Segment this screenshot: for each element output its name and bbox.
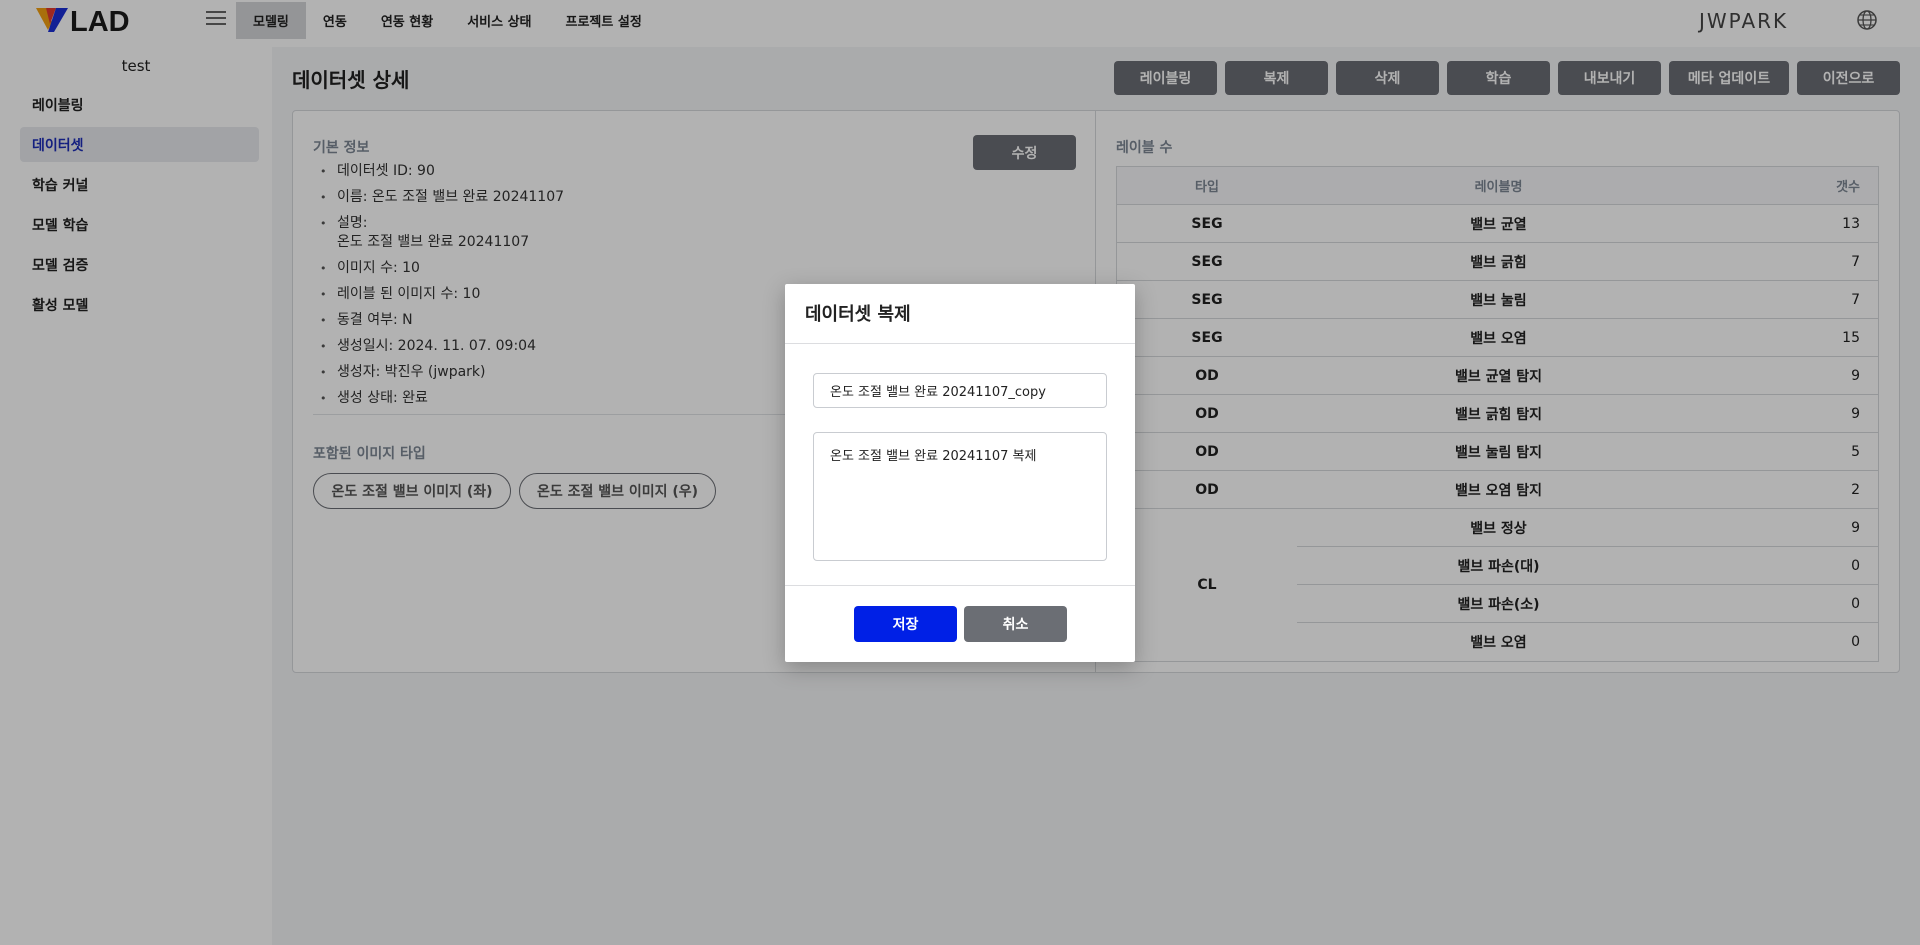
dataset-name-input[interactable]: [813, 373, 1107, 408]
modal-divider-top: [785, 343, 1135, 344]
save-button[interactable]: 저장: [854, 606, 957, 642]
modal-divider-bottom: [785, 585, 1135, 586]
modal-title: 데이터셋 복제: [805, 304, 911, 325]
cancel-button[interactable]: 취소: [964, 606, 1067, 642]
duplicate-dataset-modal: 데이터셋 복제 온도 조절 밸브 완료 20241107 복제 저장 취소: [785, 284, 1135, 662]
dataset-description-input[interactable]: 온도 조절 밸브 완료 20241107 복제: [813, 432, 1107, 561]
